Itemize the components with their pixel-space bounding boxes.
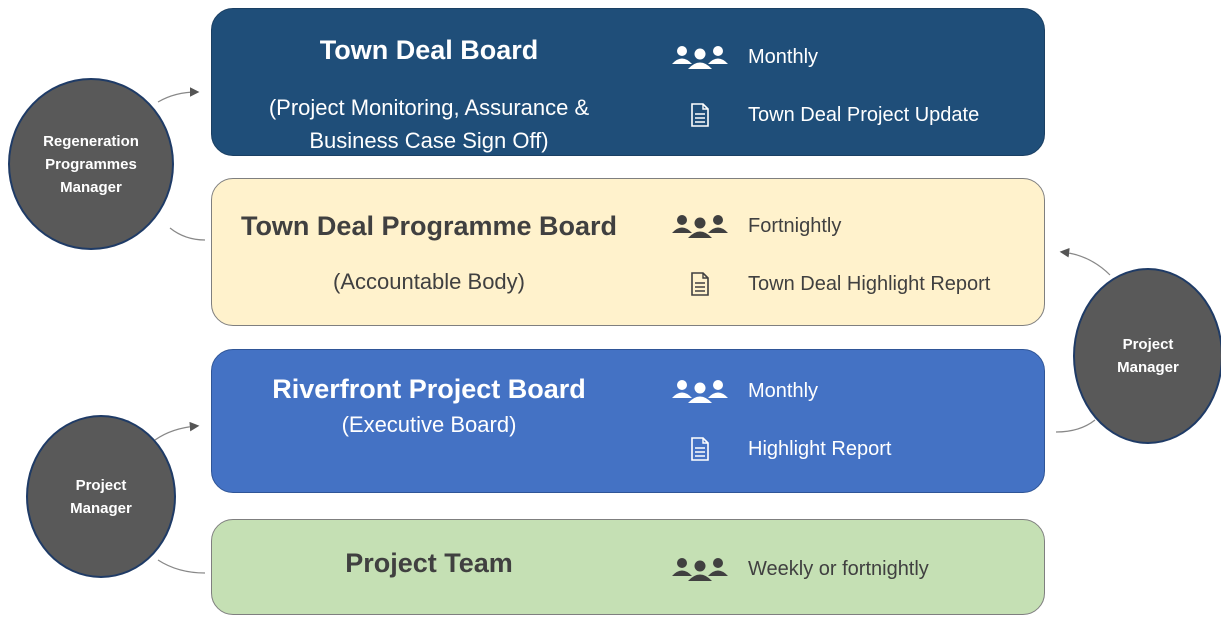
board-title: Town Deal Board [319,35,539,65]
people-group-icon [670,378,730,404]
project-manager-right: Project Manager [1073,268,1221,444]
meeting-frequency: Monthly [748,45,819,68]
document-icon [670,437,730,461]
people-group-icon [670,213,730,239]
board-subtitle: (Accountable Body) [333,269,525,294]
riverfront-project-board: Riverfront Project Board (Executive Boar… [211,349,1045,493]
board-subtitle: (Project Monitoring, Assurance & Busines… [268,95,590,153]
meeting-frequency: Monthly [748,379,819,402]
people-group-icon [670,556,730,582]
document-icon [670,272,730,296]
line-programme-board-to-regen [169,227,206,241]
meeting-frequency-row: Monthly [670,40,818,74]
line-project-board-to-pm-right [1055,419,1096,433]
board-title: Town Deal Programme Board [240,211,618,241]
meeting-frequency-row: Weekly or fortnightly [670,552,929,586]
board-title: Riverfront Project Board [272,374,586,404]
town-deal-programme-board: Town Deal Programme Board (Accountable B… [211,178,1045,326]
report-row: Highlight Report [670,432,891,466]
arrow-regen-to-town-deal-board [157,87,200,103]
report-name: Town Deal Highlight Report [748,272,991,295]
regeneration-programmes-manager: Regeneration Programmes Manager [8,78,174,250]
report-name: Highlight Report [748,437,892,460]
people-group-icon [670,44,730,70]
board-title: Project Team [345,548,513,578]
report-row: Town Deal Highlight Report [670,267,990,301]
document-icon [670,103,730,127]
board-subtitle: (Executive Board) [341,412,517,437]
report-row: Town Deal Project Update [670,98,979,132]
meeting-frequency-row: Fortnightly [670,209,841,243]
meeting-frequency: Weekly or fortnightly [748,557,929,580]
project-manager-left: Project Manager [26,415,176,578]
line-project-team-to-pm-left [157,559,206,574]
report-name: Town Deal Project Update [748,103,980,126]
town-deal-board: Town Deal Board (Project Monitoring, Ass… [211,8,1045,156]
project-team-board: Project Team Weekly or fortnightly [211,519,1045,615]
meeting-frequency-row: Monthly [670,374,818,408]
arrow-pm-right-to-programme-board [1059,247,1111,276]
meeting-frequency: Fortnightly [748,214,842,237]
arrow-pm-left-to-project-board [154,421,200,441]
